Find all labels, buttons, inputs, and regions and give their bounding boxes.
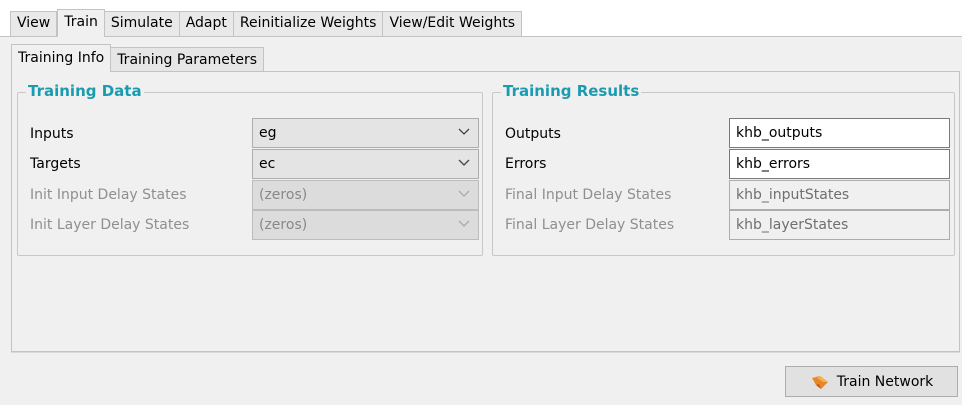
inputs-value: eg (259, 125, 277, 141)
targets-select[interactable]: ec (252, 149, 479, 179)
train-network-label: Train Network (836, 373, 934, 390)
tab-training-info[interactable]: Training Info (11, 44, 112, 72)
inputs-select[interactable]: eg (252, 118, 479, 148)
main-tab-bar: View Train Simulate Adapt Reinitialize W… (10, 9, 523, 37)
chevron-down-icon (458, 220, 470, 227)
final-input-delay-field: khb_inputStates (729, 180, 950, 210)
inputs-label: Inputs (30, 126, 74, 142)
chevron-down-icon (458, 190, 470, 197)
training-results-title: Training Results (501, 82, 642, 100)
training-data-title: Training Data (26, 82, 144, 100)
tab-train[interactable]: Train (57, 9, 105, 37)
outputs-label: Outputs (505, 126, 561, 142)
tab-view-edit-weights[interactable]: View/Edit Weights (383, 11, 523, 36)
init-input-delay-label: Init Input Delay States (30, 187, 187, 203)
training-results-group: Training Results Outputs khb_outputs Err… (492, 82, 955, 256)
train-network-icon (811, 375, 828, 389)
targets-label: Targets (30, 156, 81, 172)
tab-training-parameters[interactable]: Training Parameters (111, 47, 265, 72)
outputs-field[interactable]: khb_outputs (729, 118, 950, 148)
init-input-delay-select: (zeros) (252, 180, 479, 210)
init-layer-delay-value: (zeros) (259, 217, 308, 233)
final-layer-delay-field: khb_layerStates (729, 210, 950, 240)
sub-tab-bar: Training Info Training Parameters (11, 44, 265, 72)
chevron-down-icon (458, 128, 470, 135)
init-layer-delay-select: (zeros) (252, 210, 479, 240)
errors-field[interactable]: khb_errors (729, 149, 950, 179)
chevron-down-icon (458, 159, 470, 166)
tab-simulate[interactable]: Simulate (104, 11, 180, 36)
footer-divider (11, 352, 960, 353)
training-info-panel: Training Data Inputs eg Targets ec Init … (11, 71, 960, 352)
training-data-group: Training Data Inputs eg Targets ec Init … (17, 82, 483, 256)
final-input-delay-label: Final Input Delay States (505, 187, 672, 203)
final-layer-delay-label: Final Layer Delay States (505, 217, 675, 233)
tab-reinitialize-weights[interactable]: Reinitialize Weights (233, 11, 384, 36)
targets-value: ec (259, 156, 276, 172)
init-input-delay-value: (zeros) (259, 187, 308, 203)
init-layer-delay-label: Init Layer Delay States (30, 217, 190, 233)
tab-view[interactable]: View (10, 11, 58, 36)
train-network-button[interactable]: Train Network (785, 366, 958, 397)
errors-label: Errors (505, 156, 547, 172)
tab-divider (0, 36, 962, 37)
tab-adapt[interactable]: Adapt (179, 11, 234, 36)
